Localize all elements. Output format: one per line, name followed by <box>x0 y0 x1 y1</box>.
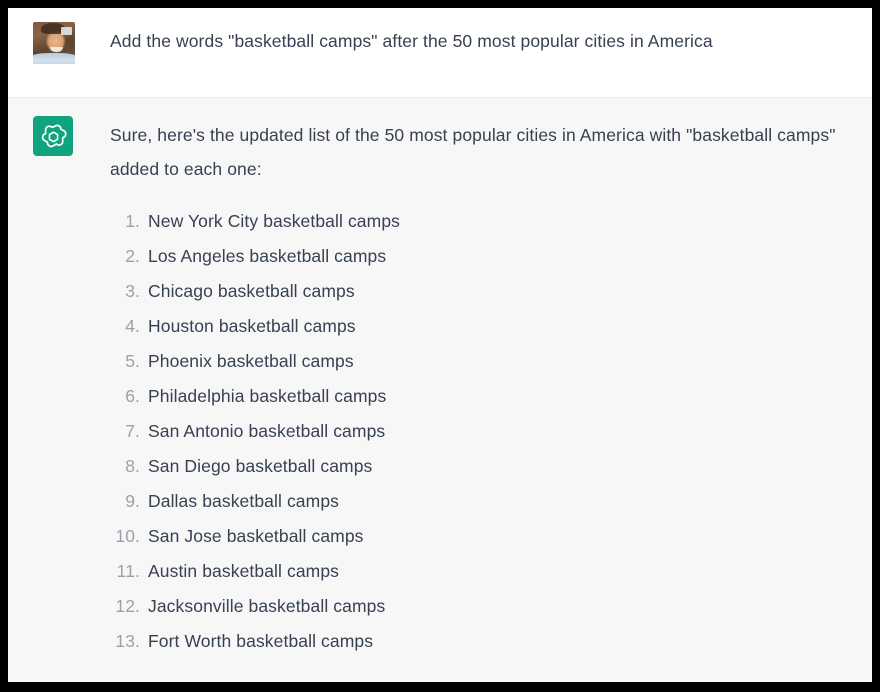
list-item: Dallas basketball camps <box>110 484 339 519</box>
assistant-avatar-column <box>8 116 100 682</box>
assistant-message: Sure, here's the updated list of the 50 … <box>8 97 872 682</box>
assistant-message-content: Sure, here's the updated list of the 50 … <box>100 116 872 682</box>
list-item: San Antonio basketball camps <box>110 414 386 449</box>
screenshot-frame: Add the words "basketball camps" after t… <box>0 0 880 692</box>
user-prompt-text: Add the words "basketball camps" after t… <box>110 31 713 51</box>
list-item: San Jose basketball camps <box>110 519 364 554</box>
list-item: Houston basketball camps <box>110 309 356 344</box>
user-message: Add the words "basketball camps" after t… <box>8 8 872 97</box>
user-message-content: Add the words "basketball camps" after t… <box>100 22 872 97</box>
avatar-hair <box>41 23 65 34</box>
list-item: Jacksonville basketball camps <box>110 589 386 624</box>
list-item: Chicago basketball camps <box>110 274 355 309</box>
list-item: New York City basketball camps <box>110 204 400 239</box>
list-item: San Diego basketball camps <box>110 449 373 484</box>
list-item: Philadelphia basketball camps <box>110 379 387 414</box>
list-item: Austin basketball camps <box>110 554 340 589</box>
list-item: Los Angeles basketball camps <box>110 239 387 274</box>
assistant-intro-text: Sure, here's the updated list of the 50 … <box>110 125 836 179</box>
avatar-smile <box>50 47 63 52</box>
list-item: Phoenix basketball camps <box>110 344 354 379</box>
city-list: New York City basketball camps Los Angel… <box>100 204 858 659</box>
chat-conversation: Add the words "basketball camps" after t… <box>8 8 872 682</box>
chatgpt-logo-icon <box>33 116 73 156</box>
user-avatar[interactable] <box>33 22 75 64</box>
user-avatar-column <box>8 22 100 97</box>
list-item: Fort Worth basketball camps <box>110 624 374 659</box>
